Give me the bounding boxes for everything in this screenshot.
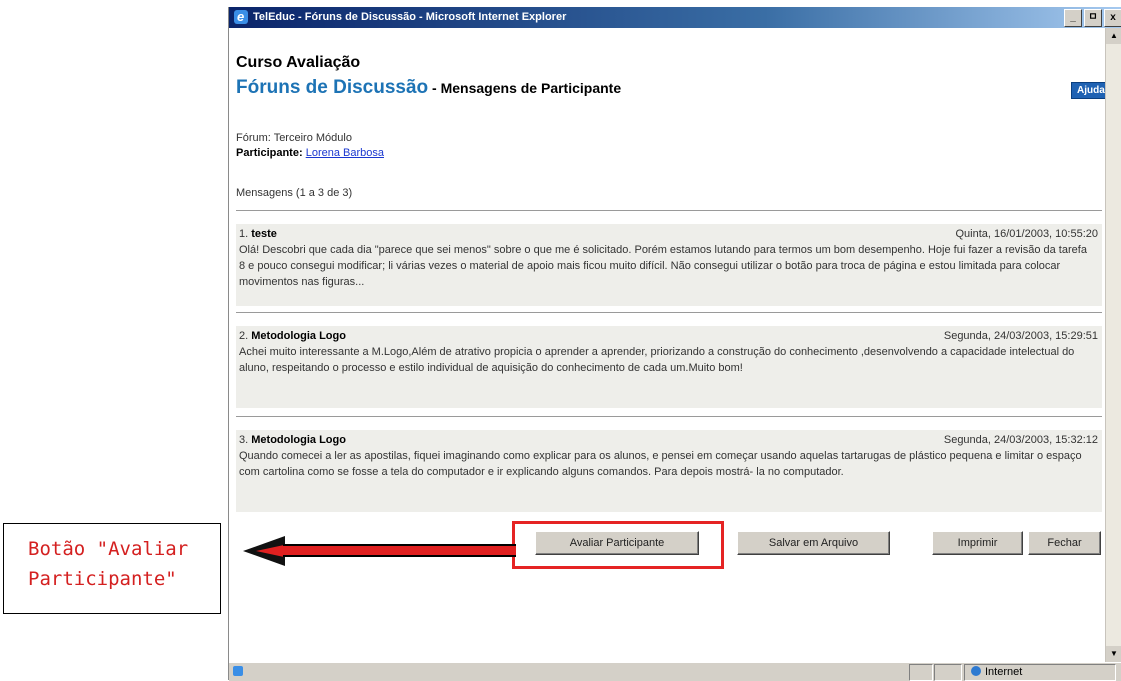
highlight-box bbox=[512, 521, 724, 569]
message-number: 3. bbox=[239, 434, 249, 446]
scroll-down-icon[interactable]: ▼ bbox=[1106, 646, 1121, 662]
participant-link[interactable]: Lorena Barbosa bbox=[306, 147, 384, 159]
save-to-file-button[interactable]: Salvar em Arquivo bbox=[737, 531, 890, 555]
internet-explorer-icon bbox=[234, 6, 248, 27]
page-subtitle: - Mensagens de Participante bbox=[428, 80, 622, 96]
message-body: Quando comecei a ler as apostilas, fique… bbox=[239, 450, 1082, 478]
message-date: Segunda, 24/03/2003, 15:32:12 bbox=[943, 434, 1098, 446]
message-item: 2. Metodologia Logo Segunda, 24/03/2003,… bbox=[236, 326, 1102, 408]
message-title[interactable]: Metodologia Logo bbox=[251, 330, 346, 342]
maximize-button[interactable]: ㅁ bbox=[1084, 9, 1102, 27]
annotation-callout: Botão "Avaliar Participante" bbox=[3, 523, 221, 614]
arrow-head-fill bbox=[256, 545, 284, 557]
close-window-button[interactable]: x bbox=[1104, 9, 1121, 27]
participant-line: Participante: Lorena Barbosa bbox=[236, 147, 384, 159]
forum-title: Fóruns de Discussão bbox=[236, 77, 429, 98]
divider bbox=[236, 416, 1102, 417]
message-item: 1. teste Quinta, 16/01/2003, 10:55:20 Ol… bbox=[236, 224, 1102, 306]
close-button[interactable]: Fechar bbox=[1028, 531, 1101, 555]
divider bbox=[236, 210, 1102, 211]
zone-label: Internet bbox=[985, 666, 1023, 678]
arrow-shaft bbox=[283, 544, 516, 557]
messages-count: Mensagens (1 a 3 de 3) bbox=[236, 187, 353, 199]
annotation-text: Botão "Avaliar Participante" bbox=[28, 534, 208, 594]
status-cell bbox=[934, 664, 962, 681]
status-cell bbox=[909, 664, 933, 681]
window-controls: _ ㅁ x bbox=[1064, 9, 1121, 27]
divider bbox=[236, 312, 1102, 313]
message-body: Olá! Descobri que cada dia "parece que s… bbox=[239, 244, 1087, 288]
minimize-button[interactable]: _ bbox=[1064, 9, 1082, 27]
page-icon bbox=[233, 666, 243, 676]
globe-icon bbox=[971, 666, 981, 676]
annotation-line-2: Participante" bbox=[28, 568, 177, 590]
forum-name: Fórum: Terceiro Módulo bbox=[236, 132, 352, 144]
scroll-up-icon[interactable]: ▲ bbox=[1106, 28, 1121, 44]
message-item: 3. Metodologia Logo Segunda, 24/03/2003,… bbox=[236, 430, 1102, 512]
message-number: 2. bbox=[239, 330, 249, 342]
course-title: Curso Avaliação bbox=[236, 54, 361, 71]
browser-window: TelEduc - Fóruns de Discussão - Microsof… bbox=[228, 6, 1121, 681]
vertical-scrollbar[interactable]: ▲ ▼ bbox=[1105, 28, 1121, 662]
message-number: 1. bbox=[239, 228, 249, 240]
message-date: Quinta, 16/01/2003, 10:55:20 bbox=[955, 228, 1098, 240]
status-bar: Internet bbox=[229, 662, 1121, 681]
message-body: Achei muito interessante a M.Logo,Além d… bbox=[239, 346, 1075, 374]
security-zone: Internet bbox=[964, 664, 1116, 681]
message-date: Segunda, 24/03/2003, 15:29:51 bbox=[943, 330, 1098, 342]
message-title[interactable]: Metodologia Logo bbox=[251, 434, 346, 446]
page-heading: Fóruns de Discussão - Mensagens de Parti… bbox=[236, 77, 621, 99]
title-bar: TelEduc - Fóruns de Discussão - Microsof… bbox=[229, 6, 1121, 28]
annotation-line-1: Botão "Avaliar bbox=[28, 538, 189, 560]
participant-label: Participante: bbox=[236, 147, 303, 159]
print-button[interactable]: Imprimir bbox=[932, 531, 1023, 555]
window-title: TelEduc - Fóruns de Discussão - Microsof… bbox=[253, 11, 567, 23]
message-title[interactable]: teste bbox=[251, 228, 277, 240]
